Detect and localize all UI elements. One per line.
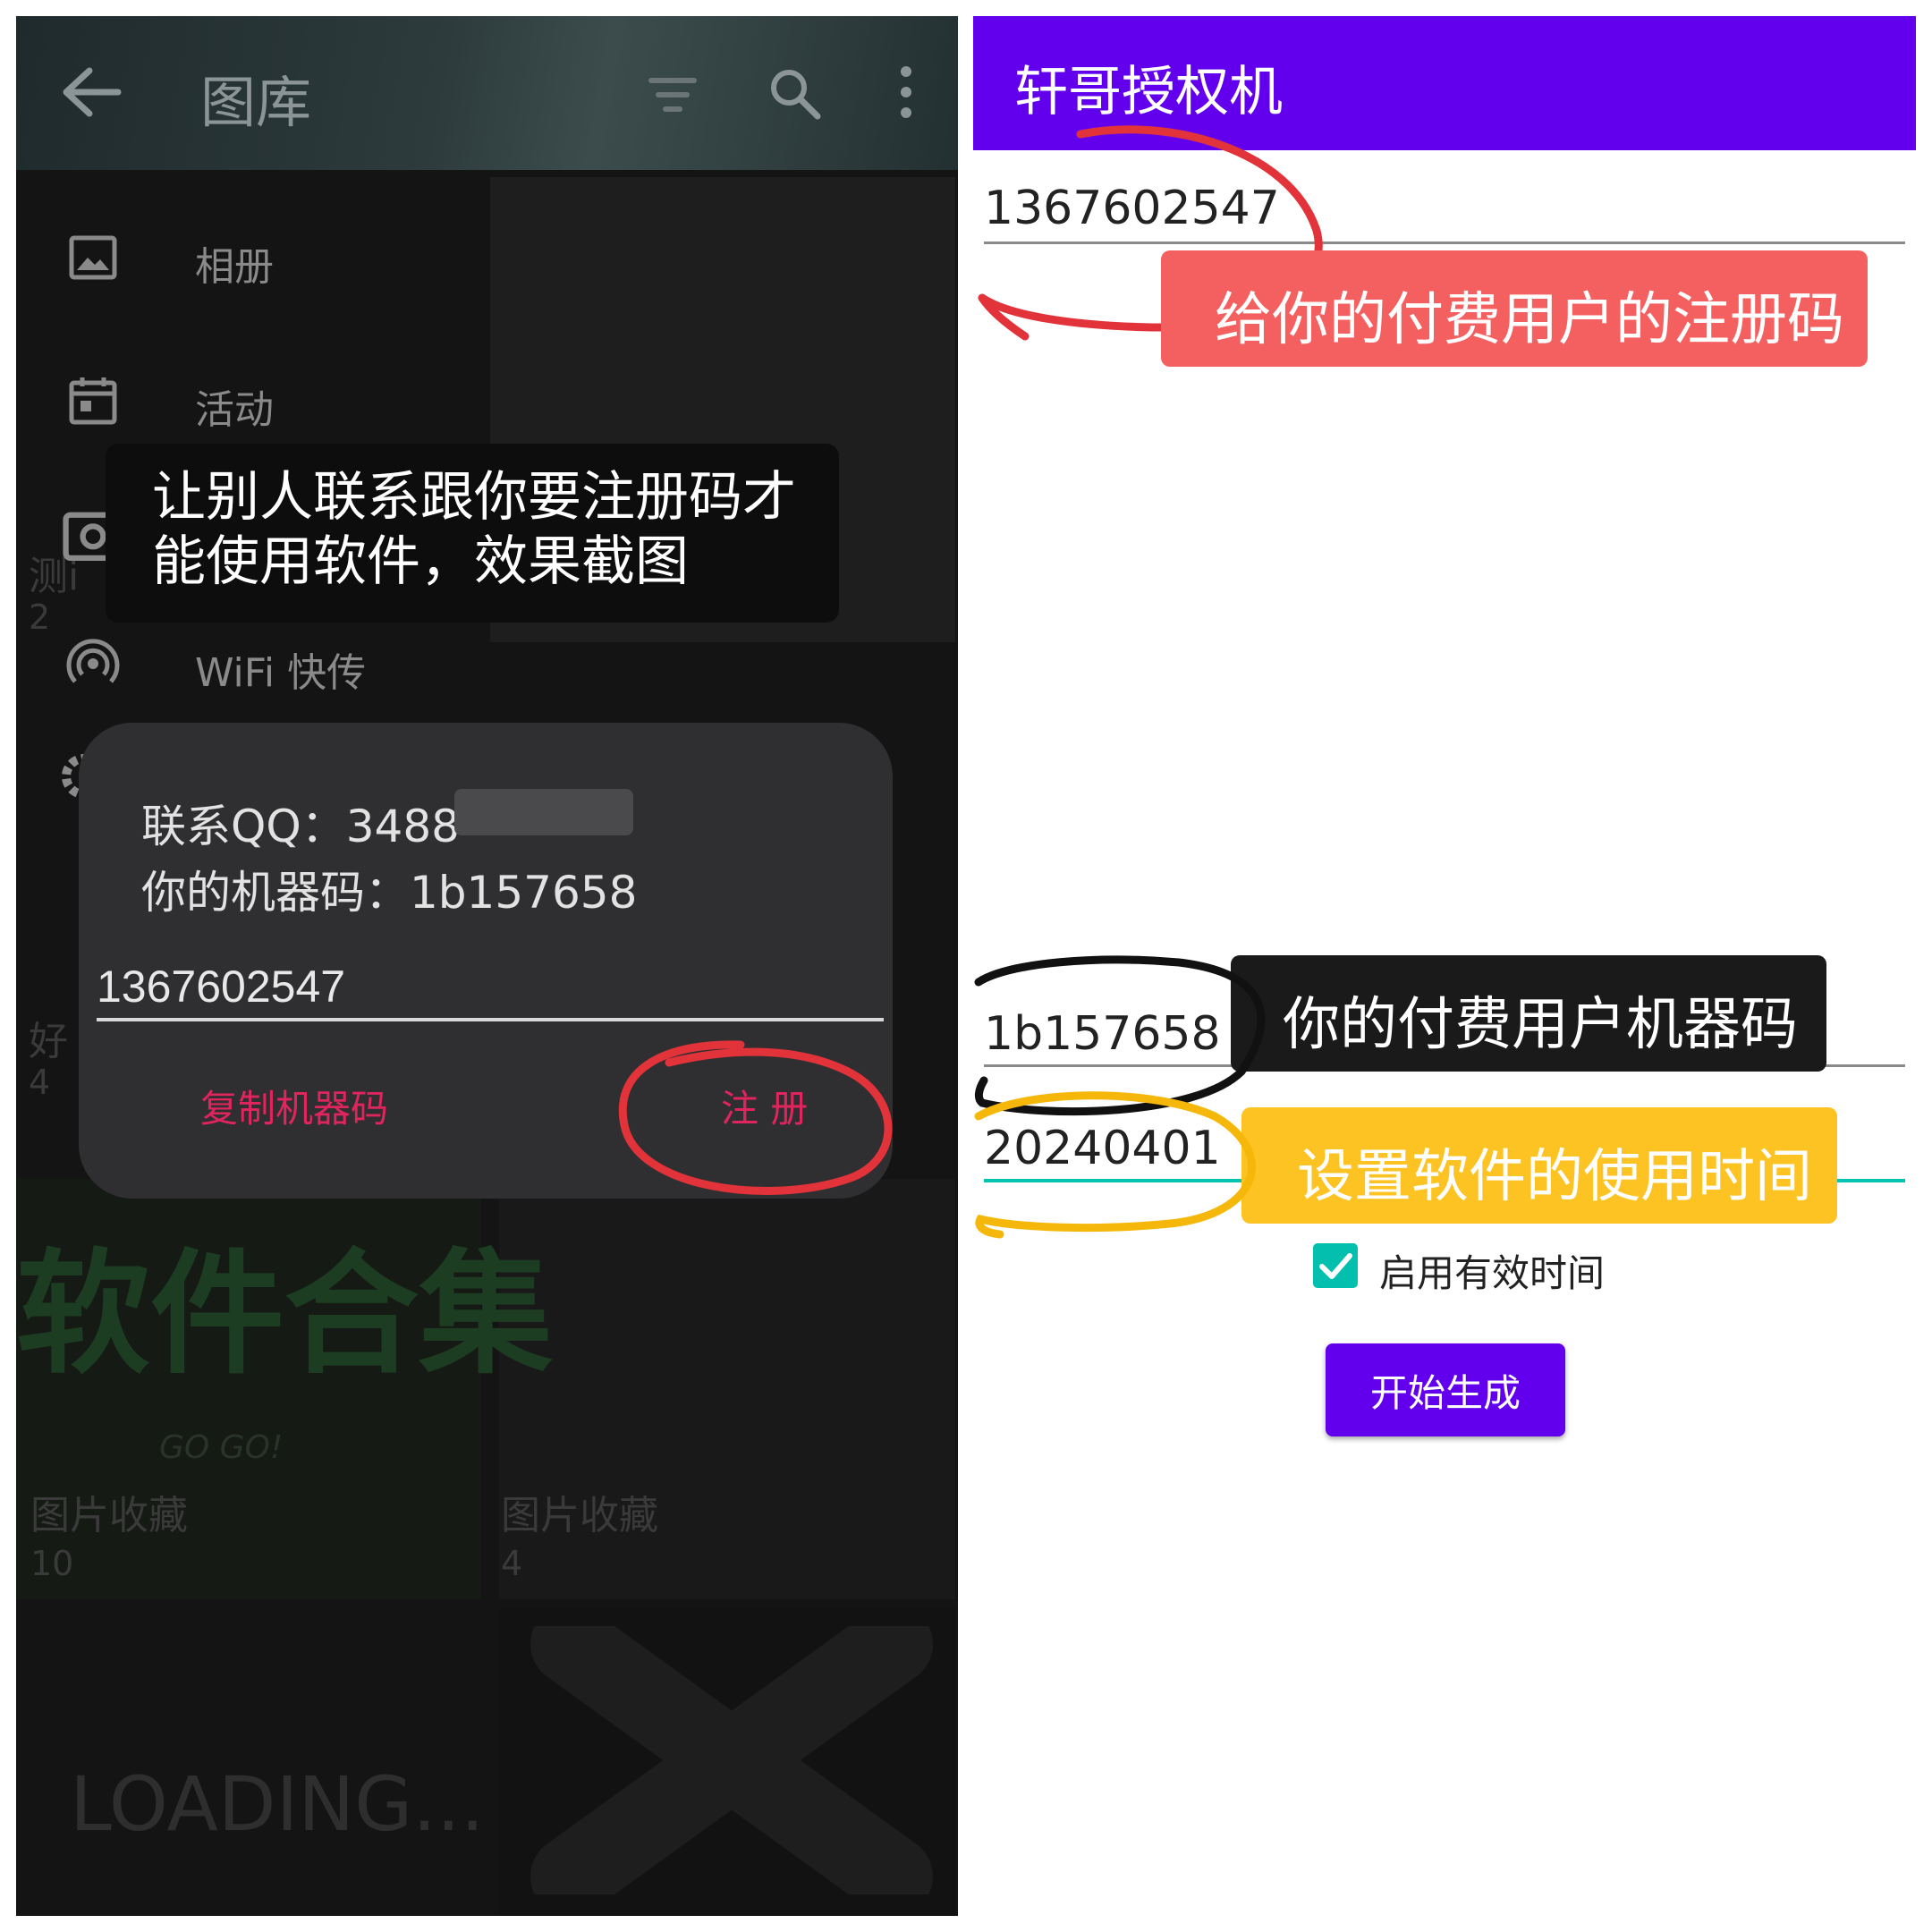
album-count: 10 xyxy=(30,1544,74,1583)
image-icon xyxy=(69,235,117,280)
annotation-box: 让别人联系跟你要注册码才 能使用软件，效果截图 xyxy=(106,444,839,623)
gallery-app-screenshot: 图库 软件合集 GO GO! 图片收藏 10 图片收藏 4 测i 2 好 4 L… xyxy=(16,16,958,1916)
wifi-broadcast-icon xyxy=(66,639,120,683)
redaction-blur xyxy=(454,789,633,835)
album-title-partial: 好 xyxy=(29,1019,68,1064)
annotation-circle xyxy=(618,1040,893,1195)
gallery-toolbar: 图库 xyxy=(16,16,958,170)
annotation-line-1: 让别人联系跟你要注册码才 xyxy=(152,466,796,529)
toolbar-title: 图库 xyxy=(200,70,312,135)
album-title: 图片收藏 xyxy=(30,1493,188,1538)
loading-text: LOADING... xyxy=(70,1760,485,1848)
machine-code-callout: 你的付费用户机器码 xyxy=(1231,955,1826,1072)
placeholder-x-icon xyxy=(530,1626,933,1894)
drawer-item-label: WiFi 快传 xyxy=(195,650,367,696)
search-icon[interactable] xyxy=(766,64,823,122)
calendar-icon xyxy=(69,377,117,425)
album-count: 4 xyxy=(29,1063,51,1102)
enable-expiry-checkbox[interactable] xyxy=(1313,1243,1358,1288)
album-title: 图片收藏 xyxy=(501,1493,658,1538)
generate-button[interactable]: 开始生成 xyxy=(1326,1343,1565,1436)
registration-code-callout: 给你的付费用户的注册码 xyxy=(1161,250,1868,367)
poster-text: 软件合集 xyxy=(16,1235,554,1393)
check-icon xyxy=(1319,1253,1352,1279)
drawer-item-wifi-transfer[interactable]: WiFi 快传 xyxy=(52,628,517,699)
drawer-item-activity[interactable]: 活动 xyxy=(52,365,517,436)
drawer-item-label: 相册 xyxy=(195,244,274,290)
drawer-item-album[interactable]: 相册 xyxy=(52,222,517,293)
album-count: 2 xyxy=(29,597,51,637)
callout-text: 设置软件的使用时间 xyxy=(1297,1144,1812,1210)
album-count: 4 xyxy=(501,1544,523,1583)
machine-code-text: 你的机器码：1b157658 xyxy=(141,867,638,919)
copy-machine-code-button[interactable]: 复制机器码 xyxy=(200,1079,388,1133)
expiry-date-callout: 设置软件的使用时间 xyxy=(1241,1107,1837,1224)
annotation-line-2: 能使用软件，效果截图 xyxy=(152,530,689,593)
license-generator-app: 轩哥授权机 1367602547 给你的付费用户的注册码 1b157658 你的… xyxy=(973,16,1916,1916)
more-vert-icon[interactable] xyxy=(893,61,919,123)
arrow-left-icon[interactable] xyxy=(59,65,123,119)
registration-code-input[interactable] xyxy=(97,955,884,1021)
callout-text: 你的付费用户机器码 xyxy=(1283,992,1798,1058)
callout-text: 给你的付费用户的注册码 xyxy=(1215,287,1844,353)
checkbox-label[interactable]: 启用有效时间 xyxy=(1379,1243,1605,1298)
annotation-circle xyxy=(974,1091,1256,1239)
poster-subtext: GO GO! xyxy=(159,1429,284,1466)
drawer-item-label: 活动 xyxy=(195,387,274,433)
filter-icon[interactable] xyxy=(648,72,698,122)
contact-qq-text: 联系QQ：3488 xyxy=(141,801,460,852)
